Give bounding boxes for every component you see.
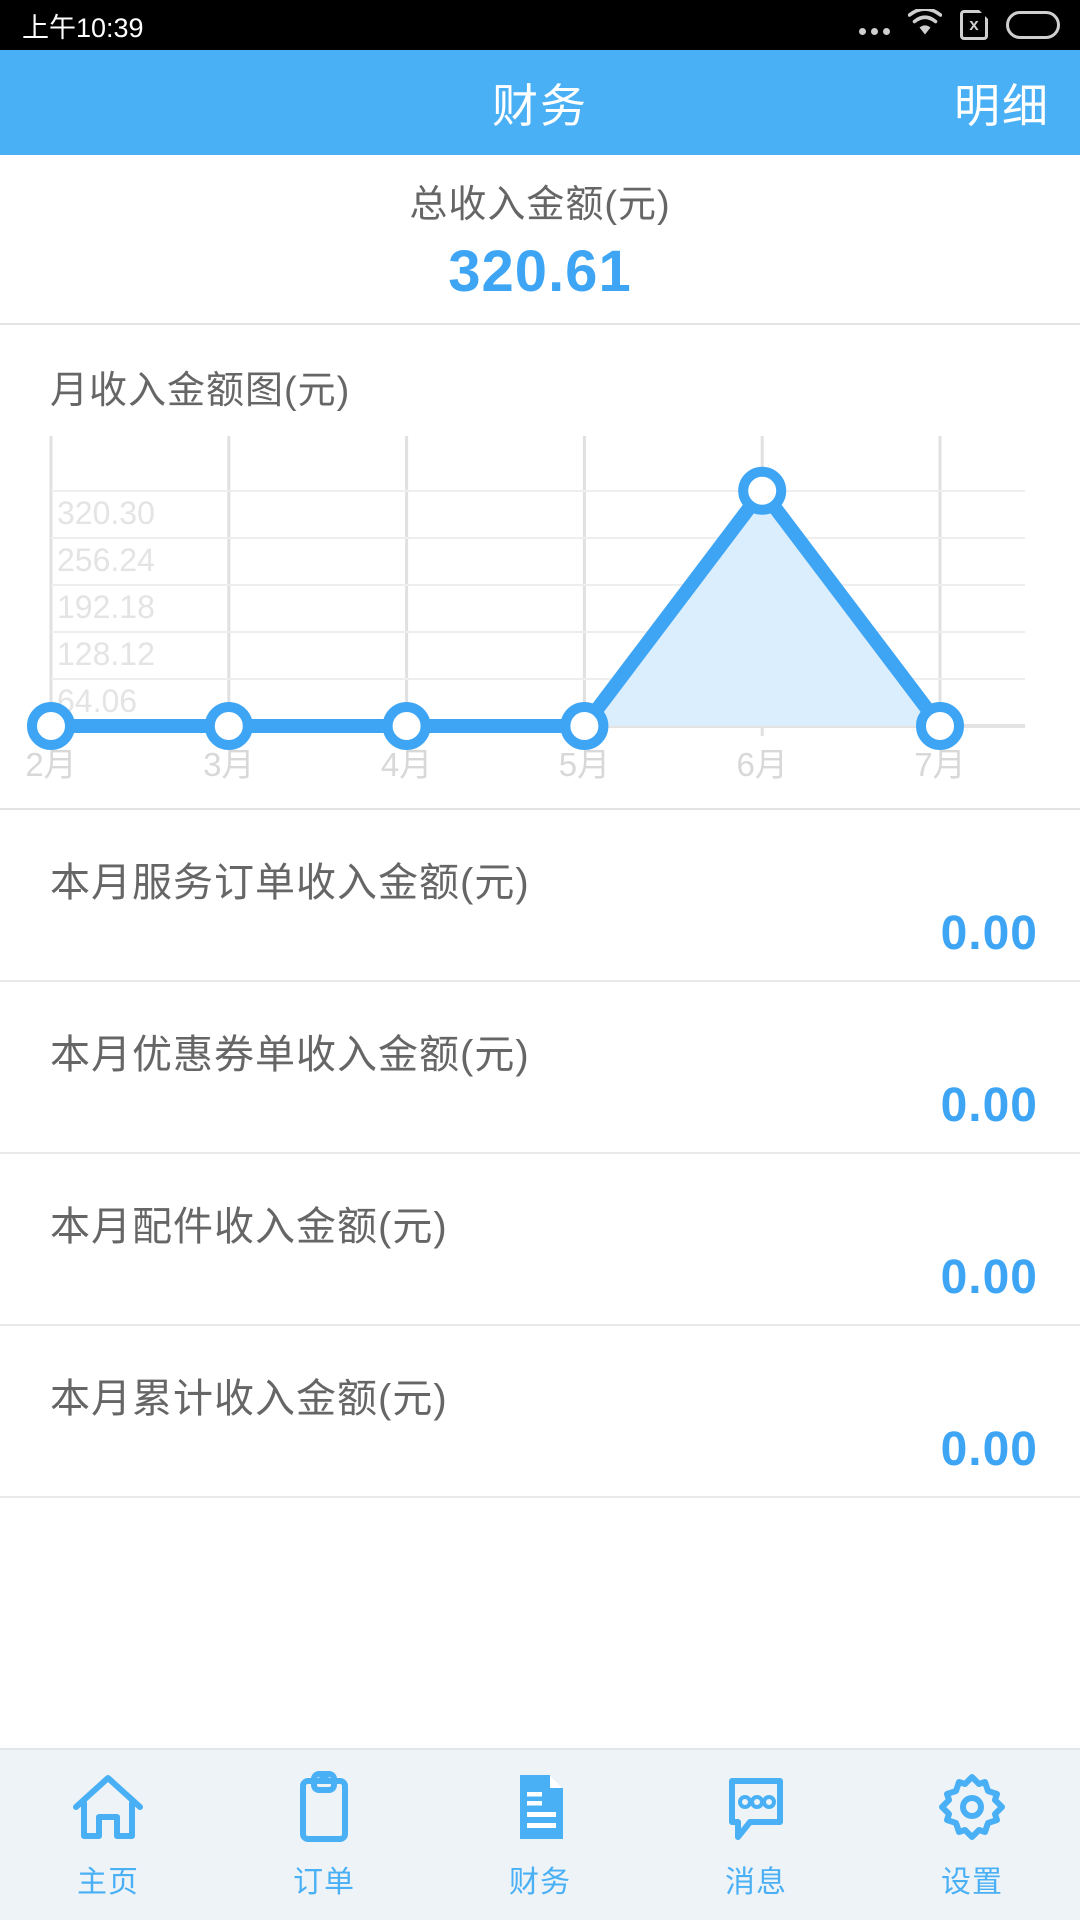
list-item-label: 本月配件收入金额(元): [50, 1205, 448, 1249]
svg-text:192.18: 192.18: [57, 589, 155, 625]
tab-messages[interactable]: 消息: [648, 1750, 864, 1920]
list-item-label: 本月优惠券单收入金额(元): [50, 1033, 530, 1077]
status-bar-time: 上午10:39: [22, 12, 144, 43]
tab-orders[interactable]: 订单: [216, 1750, 432, 1920]
svg-text:5月: 5月: [559, 746, 610, 783]
list-item[interactable]: 本月累计收入金额(元) 0.00: [0, 1326, 1080, 1498]
svg-text:320.30: 320.30: [57, 495, 155, 531]
svg-text:2月: 2月: [25, 746, 76, 783]
svg-text:6月: 6月: [737, 746, 788, 783]
battery-icon: [1006, 11, 1060, 39]
total-income-block: 总收入金额(元) 320.61: [0, 155, 1080, 325]
app-header: 财务 明细: [0, 50, 1080, 155]
list-item-label: 本月累计收入金额(元): [50, 1377, 448, 1421]
home-icon: [68, 1769, 148, 1845]
list-item-value: 0.00: [940, 1079, 1038, 1132]
clipboard-icon: [284, 1769, 364, 1845]
list-item-value: 0.00: [940, 1423, 1038, 1476]
svg-text:4月: 4月: [381, 746, 432, 783]
status-bar-icons: x: [859, 6, 1060, 42]
svg-text:7月: 7月: [914, 746, 965, 783]
list-item-value: 0.00: [940, 907, 1038, 960]
total-income-value: 320.61: [448, 239, 632, 304]
bottom-tab-bar: 主页 订单 财务 消息 设置: [0, 1748, 1080, 1920]
page-title: 财务: [492, 79, 588, 132]
monthly-income-chart-card: 月收入金额图(元) 320.30 256.24 192.18 128.12 64.06 2…: [0, 325, 1080, 810]
gear-icon: [932, 1769, 1012, 1845]
tab-messages-label: 消息: [725, 1866, 787, 1899]
monthly-income-chart[interactable]: 320.30 256.24 192.18 128.12 64.06 2月 3月 4月 5月 6月 7…: [0, 414, 1080, 804]
tab-settings-label: 设置: [941, 1866, 1003, 1899]
detail-button[interactable]: 明细: [954, 70, 1050, 136]
document-icon: [500, 1769, 580, 1845]
list-item[interactable]: 本月服务订单收入金额(元) 0.00: [0, 810, 1080, 982]
svg-text:3月: 3月: [203, 746, 254, 783]
svg-text:256.24: 256.24: [57, 542, 155, 578]
tab-finance-label: 财务: [509, 1866, 571, 1899]
chat-icon: [716, 1769, 796, 1845]
total-income-label: 总收入金额(元): [409, 184, 671, 226]
list-item[interactable]: 本月优惠券单收入金额(元) 0.00: [0, 982, 1080, 1154]
tab-home[interactable]: 主页: [0, 1750, 216, 1920]
tab-finance[interactable]: 财务: [432, 1750, 648, 1920]
svg-text:128.12: 128.12: [57, 636, 155, 672]
sim-no-card-icon: x: [960, 10, 988, 40]
list-item-label: 本月服务订单收入金额(元): [50, 861, 530, 905]
more-dots-icon: [859, 12, 890, 38]
tab-orders-label: 订单: [293, 1866, 355, 1899]
chart-title: 月收入金额图(元): [50, 370, 351, 412]
list-item[interactable]: 本月配件收入金额(元) 0.00: [0, 1154, 1080, 1326]
status-bar: 上午10:39 x: [0, 0, 1080, 50]
wifi-icon: [907, 6, 943, 42]
list-item-value: 0.00: [940, 1251, 1038, 1304]
tab-settings[interactable]: 设置: [864, 1750, 1080, 1920]
tab-home-label: 主页: [77, 1866, 139, 1899]
